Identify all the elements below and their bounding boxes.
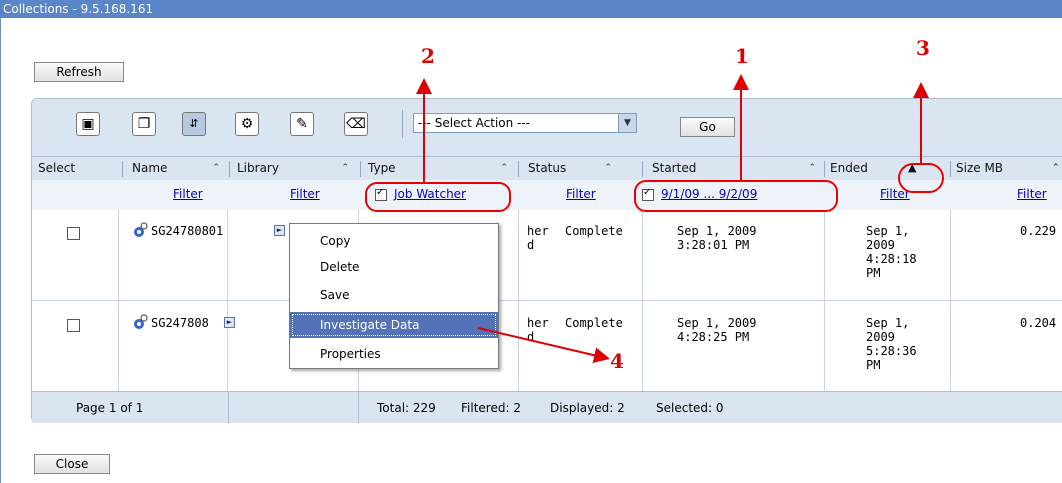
callout-arrows: [416, 74, 929, 364]
callout-arrow-4: [477, 327, 610, 364]
callout-number-4: 4: [610, 349, 624, 373]
callout-number-2: 2: [421, 44, 435, 68]
callout-number-1: 1: [735, 44, 749, 68]
callout-number-3: 3: [916, 36, 930, 60]
